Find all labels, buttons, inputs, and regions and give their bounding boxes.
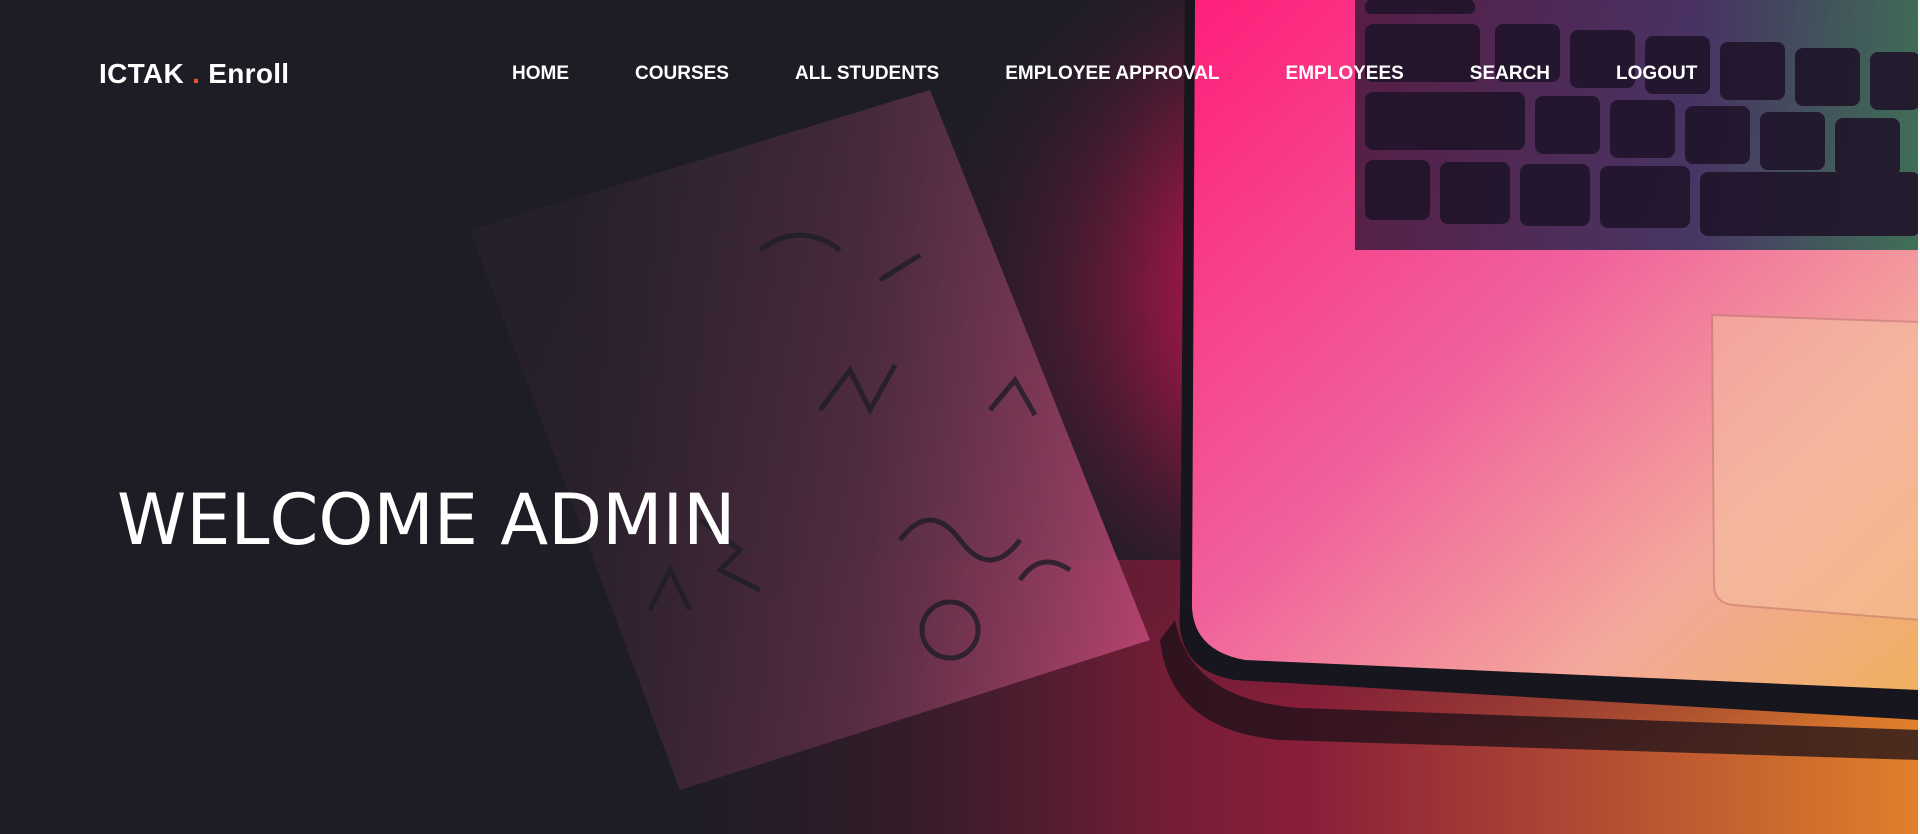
nav-link-logout[interactable]: LOGOUT [1616,63,1697,85]
nav-link-employees[interactable]: EMPLOYEES [1286,63,1404,85]
nav-link-search[interactable]: SEARCH [1470,63,1550,85]
nav-link-home[interactable]: HOME [512,63,569,85]
main-nav: HOME COURSES ALL STUDENTS EMPLOYEE APPRO… [512,63,1697,85]
brand-name-left: ICTAK [99,58,184,89]
nav-link-all-students[interactable]: ALL STUDENTS [795,63,939,85]
top-navbar: ICTAK . Enroll HOME COURSES ALL STUDENTS… [0,0,1920,150]
hero-banner: ICTAK . Enroll HOME COURSES ALL STUDENTS… [0,0,1920,834]
nav-link-courses[interactable]: COURSES [635,63,729,85]
brand-logo[interactable]: ICTAK . Enroll [99,58,289,90]
brand-name-right: Enroll [208,58,290,89]
brand-separator: . [192,58,201,89]
nav-link-employee-approval[interactable]: EMPLOYEE APPROVAL [1005,63,1219,85]
welcome-heading: WELCOME ADMIN [117,478,736,561]
